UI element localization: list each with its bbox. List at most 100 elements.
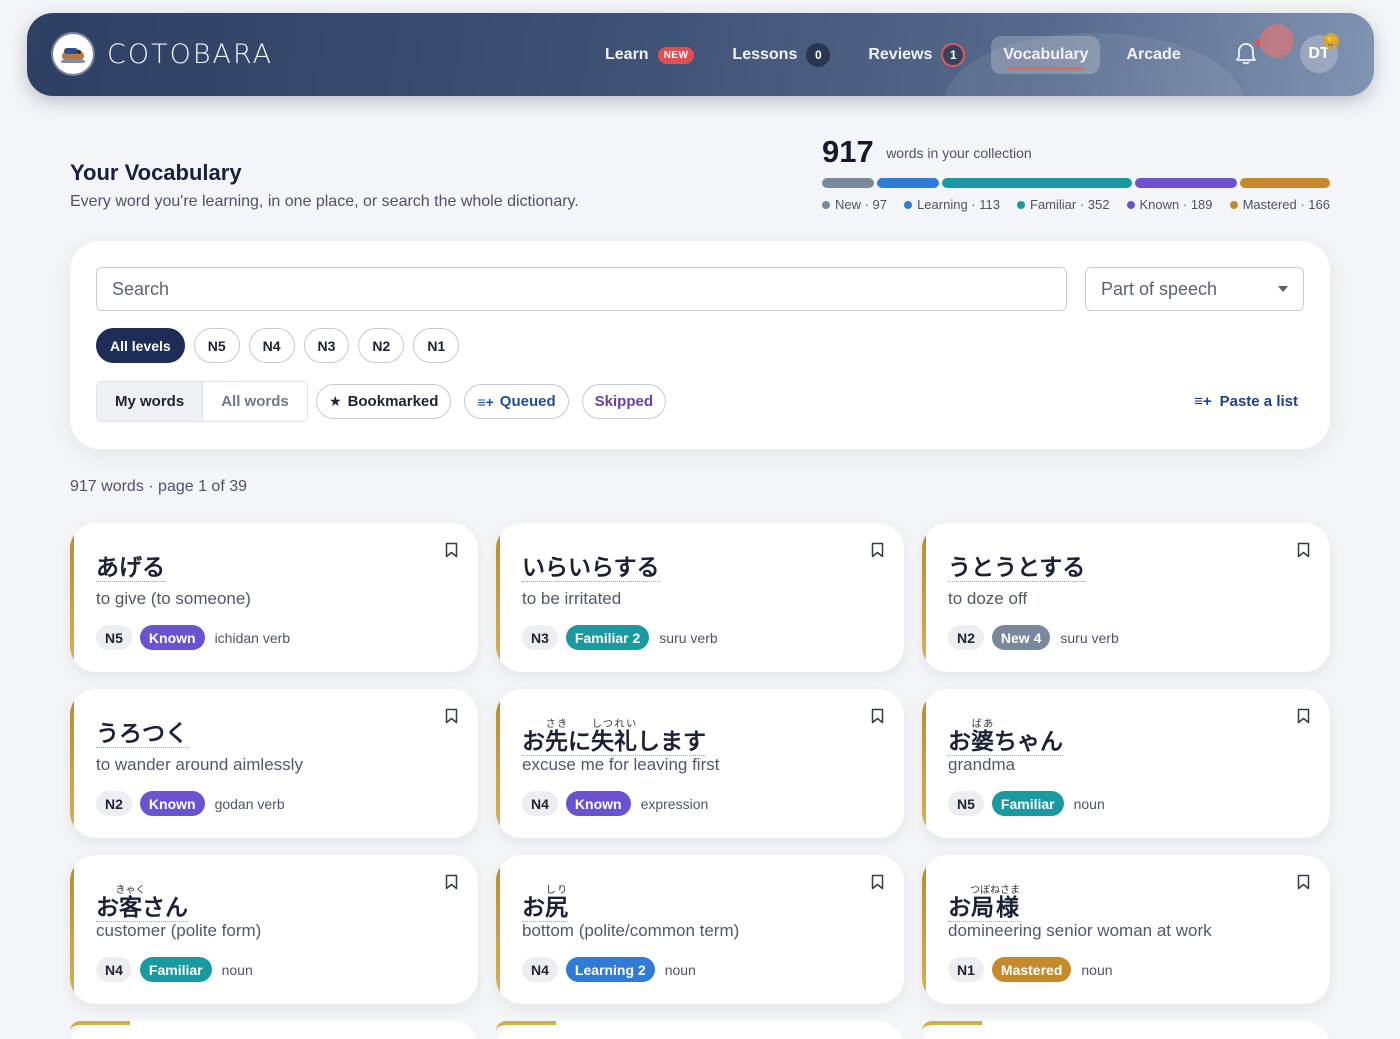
search-input[interactable] [96,267,1067,311]
level-badge: N4 [522,791,558,816]
legend-label: New · 97 [835,197,888,212]
level-chip-all-levels[interactable]: All levels [96,328,185,363]
status-badge: Known [565,791,631,816]
word-meaning: to wander around aimlessly [96,755,303,774]
status-filters: ★ Bookmarked ≡+ Queued Skipped [316,384,679,419]
level-chip-n1[interactable]: N1 [413,328,460,363]
progress-bar [822,178,1330,188]
result-summary: 917 words · page 1 of 39 [70,478,248,495]
avatar-decoration [1260,24,1294,58]
status-badge: Mastered [991,957,1072,982]
word-card[interactable]: いらいらする to be irritated N3 Familiar 2 suru ve… [496,523,904,672]
legend-dot [1126,200,1135,209]
level-badge: N1 [948,957,984,982]
bookmark-icon[interactable] [871,874,884,890]
level-badge: N2 [948,625,984,650]
word-card[interactable]: お尻しり bottom (polite/common term) N4 Learnin… [496,855,904,1004]
nav-reviews[interactable]: Reviews 1 [856,36,977,74]
word-tags: N4 Known expression [522,791,708,816]
legend-item: Known · 189 [1126,197,1213,212]
search-panel: Part of speech All levelsN5N4N3N2N1 My w… [70,241,1330,449]
word-total-caption: words in your collection [886,145,1032,161]
queued-label: Queued [499,393,556,410]
list-add-icon: ≡+ [1194,393,1212,410]
word-tags: N3 Familiar 2 suru verb [522,625,718,650]
status-badge: Known [139,791,205,816]
level-badge: N3 [522,625,558,650]
word-card-partial[interactable] [922,1021,1330,1039]
level-chip-n2[interactable]: N2 [358,328,405,363]
brand[interactable]: COTOBARA [53,34,273,74]
part-of-speech: suru verb [1060,629,1119,646]
brand-name: COTOBARA [107,38,274,70]
scope-toggle: My words All words [96,381,308,422]
level-chip-n4[interactable]: N4 [248,328,295,363]
word-card[interactable]: お局様つぼねさま domineering senior woman at work… [922,855,1330,1004]
scope-my-words[interactable]: My words [97,382,204,421]
word-meaning: to doze off [948,589,1028,608]
word-card-partial[interactable] [496,1021,904,1039]
level-chip-n5[interactable]: N5 [193,328,240,363]
level-badge: N4 [522,957,558,982]
word-text: いらいらする [522,555,660,583]
chevron-down-icon [1278,286,1288,292]
word-card[interactable]: お婆ばあちゃん grandma N5 Familiar noun [922,689,1330,838]
nav-arcade[interactable]: Arcade [1114,36,1192,74]
word-card-partial[interactable] [70,1021,478,1039]
nav-learn[interactable]: Learn NEW [593,36,706,74]
paste-list-label: Paste a list [1219,393,1298,410]
word-meaning: domineering senior woman at work [948,921,1212,940]
legend-label: Learning · 113 [917,197,1000,212]
bookmark-icon[interactable] [1297,542,1310,558]
queued-filter[interactable]: ≡+ Queued [464,384,569,419]
legend-item: Familiar · 352 [1017,197,1109,212]
progress-segment [877,178,939,188]
bookmark-icon[interactable] [871,542,884,558]
bookmark-icon[interactable] [445,708,458,724]
nav-reviews-label: Reviews [868,46,933,63]
legend-item: New · 97 [822,197,887,212]
bell-icon[interactable] [1235,41,1257,67]
nav-learn-label: Learn [605,46,649,63]
bookmark-icon[interactable] [1297,708,1310,724]
word-card[interactable]: うとうとする to doze off N2 New 4 suru verb [922,523,1330,672]
word-text: お尻しり [522,885,568,923]
word-meaning: customer (polite form) [96,921,262,940]
part-of-speech: suru verb [659,629,718,646]
word-card[interactable]: お客きゃくさん customer (polite form) N4 Familiar n… [70,855,478,1004]
skipped-filter[interactable]: Skipped [581,384,666,419]
legend-dot [1017,200,1025,209]
part-of-speech: ichidan verb [214,629,291,646]
status-badge: Familiar [991,791,1064,816]
new-badge: NEW [657,46,695,64]
word-card[interactable]: うろつく to wander around aimlessly N2 Known god… [70,689,478,838]
level-badge: N5 [948,791,984,816]
reviews-count: 1 [941,43,966,67]
level-chip-n3[interactable]: N3 [303,328,350,363]
page-subtitle: Every word you're learning, in one place… [70,193,579,210]
nav-vocabulary[interactable]: Vocabulary [991,36,1101,74]
part-of-speech-select[interactable]: Part of speech [1085,267,1304,311]
word-card[interactable]: お先さきに失礼しつれいします excuse me for leaving firs… [496,689,904,838]
legend-dot [904,200,913,209]
nav-lessons[interactable]: Lessons 0 [720,36,842,74]
paste-list-button[interactable]: ≡+ Paste a list [1194,393,1298,410]
progress-legend: New · 97 Learning · 113 Familiar · 352 Know… [822,197,1330,212]
word-meaning: grandma [948,755,1016,774]
bookmarked-filter[interactable]: ★ Bookmarked [316,384,452,419]
word-tags: N4 Learning 2 noun [522,957,696,982]
scope-all-words[interactable]: All words [203,382,307,421]
word-card[interactable]: あげる to give (to someone) N5 Known ichidan ve… [70,523,478,672]
word-tags: N2 Known godan verb [96,791,285,816]
legend-label: Mastered · 166 [1242,197,1330,212]
bookmark-icon[interactable] [1297,874,1310,890]
word-text: お婆ばあちゃん [948,719,1063,757]
level-badge: N5 [96,625,132,650]
progress-segment [1240,178,1330,188]
word-meaning: bottom (polite/common term) [522,921,740,940]
bookmark-icon[interactable] [871,708,884,724]
trophy-icon: 🏆 [1323,33,1339,49]
bookmark-icon[interactable] [445,542,458,558]
bookmarked-label: Bookmarked [347,393,439,410]
bookmark-icon[interactable] [445,874,458,890]
